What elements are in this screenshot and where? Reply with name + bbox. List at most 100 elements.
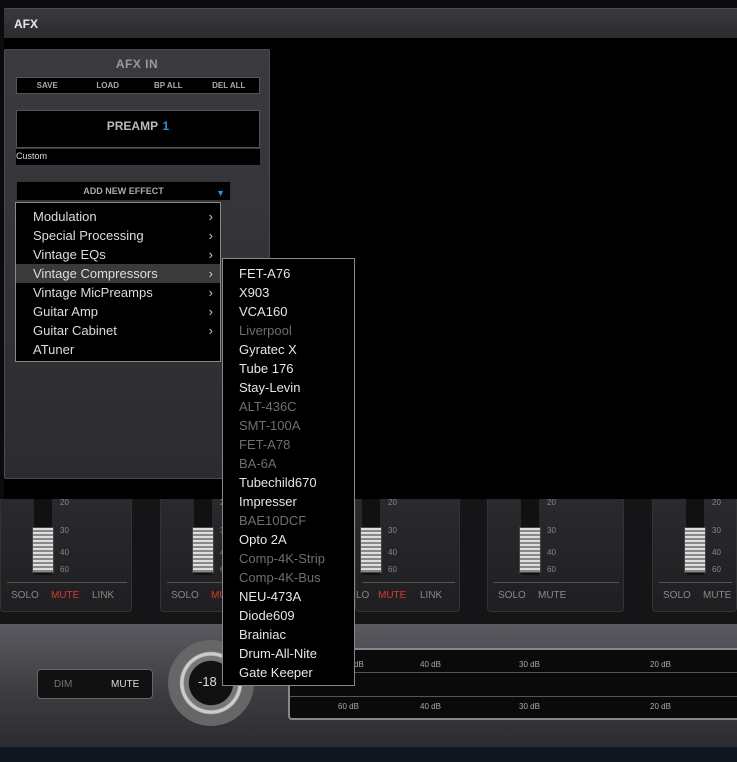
scale-tick-label: 60 [547,565,556,574]
scale-tick-label: 30 [388,526,397,535]
menu-item-label: ATuner [33,342,75,357]
dim-button[interactable]: DIM [54,679,72,690]
fader-handle[interactable] [360,527,382,573]
scale-tick-label: 60 [60,565,69,574]
preset-button-row: SAVE LOAD BP ALL DEL ALL [16,77,260,94]
scale-tick-label: 40 [388,548,397,557]
compressor-item-tubechild670[interactable]: Tubechild670 [223,473,354,492]
solo-button[interactable]: SOLO [11,590,39,601]
scale-tick-label: 60 [712,565,721,574]
meter-label: 40 dB [420,702,441,711]
compressor-item-alt-436c: ALT-436C [239,399,297,414]
menu-item-vintage-compressors[interactable]: Vintage Compressors › [16,264,220,283]
menu-item-label: Vintage Compressors [33,266,158,281]
scale-tick-label: 60 [388,565,397,574]
compressor-item-smt-100a: SMT-100A [239,418,301,433]
menu-item-label: Vintage EQs [33,247,106,262]
menu-item-label: Special Processing [33,228,144,243]
save-button[interactable]: SAVE [17,78,78,93]
menu-item-atuner[interactable]: ATuner [16,340,220,359]
load-button[interactable]: LOAD [78,78,139,93]
menu-item-vintage-micpreamps[interactable]: Vintage MicPreamps › [16,283,220,302]
compressor-item-stay-levin[interactable]: Stay-Levin [223,378,354,397]
compressor-item-drum-all-nite[interactable]: Drum-All-Nite [223,644,354,663]
compressor-item-impresser[interactable]: Impresser [223,492,354,511]
level-meter: dB 40 dB 30 dB 20 dB 60 dB 40 dB 30 dB 2… [288,648,737,720]
fader-handle[interactable] [684,527,706,573]
compressor-item-x903[interactable]: X903 [223,283,354,302]
solo-button[interactable]: SOLO [663,590,691,601]
compressor-item-brainiac[interactable]: Brainiac [223,625,354,644]
chevron-right-icon: › [208,247,213,262]
solo-button[interactable]: SOLO [498,590,526,601]
preamp-number: 1 [162,119,170,133]
bypass-all-button[interactable]: BP ALL [138,78,199,93]
volume-value: -18 [198,674,217,689]
monitor-mute-button[interactable]: MUTE [111,679,139,690]
dropdown-caret-icon: ▼ [216,188,225,198]
scale-tick-label: 20 [388,498,397,507]
compressor-item-gyratec-x[interactable]: Gyratec X [223,340,354,359]
fader-handle[interactable] [519,527,541,573]
mute-button[interactable]: MUTE [538,590,566,601]
compressor-item-bae10dcf: BAE10DCF [239,513,307,528]
solo-button[interactable]: SOLO [171,590,199,601]
scale-tick-label: 20 [60,498,69,507]
chevron-right-icon: › [208,266,213,281]
menu-item-label: Guitar Cabinet [33,323,117,338]
compressor-item-fet-a76[interactable]: FET-A76 [223,264,354,283]
divider [659,582,732,583]
meter-label: 20 dB [650,660,671,669]
solo-button[interactable]: LO [356,590,369,601]
fader-handle[interactable] [192,527,214,573]
mute-button[interactable]: MUTE [703,590,731,601]
mute-button[interactable]: MUTE [51,590,79,601]
chevron-right-icon: › [208,323,213,338]
compressor-item-vca160[interactable]: VCA160 [223,302,354,321]
channel-strip: 20 30 40 60 SOLO MUTE [652,499,737,612]
effect-category-menu: Modulation › Special Processing › Vintage EQ… [15,202,221,362]
menu-item-label: Modulation [33,209,97,224]
compressor-item-liverpool: Liverpool [239,323,292,338]
meter-scale-bottom [290,696,737,697]
divider [494,582,619,583]
afx-panel-title: AFX IN [115,57,159,71]
compressor-item-diode609[interactable]: Diode609 [223,606,354,625]
delete-all-button[interactable]: DEL ALL [199,78,260,93]
compressor-item-gate-keeper[interactable]: Gate Keeper [223,663,354,682]
compressor-item-fet-a78: FET-A78 [239,437,291,452]
mute-button[interactable]: MUTE [378,590,406,601]
compressor-item-opto-2a[interactable]: Opto 2A [223,530,354,549]
compressor-item-tube-176[interactable]: Tube 176 [223,359,354,378]
menu-item-label: Guitar Amp [33,304,99,319]
preamp-slot[interactable]: PREAMP 1 [16,110,260,148]
menu-item-vintage-eqs[interactable]: Vintage EQs › [16,245,220,264]
scale-tick-label: 40 [60,548,69,557]
scale-tick-label: 30 [712,526,721,535]
menu-item-modulation[interactable]: Modulation › [16,207,220,226]
compressor-item-comp-4k-strip: Comp-4K-Strip [239,551,325,566]
fader-handle[interactable] [32,527,54,573]
window-title: AFX [14,17,38,31]
meter-label: 40 dB [420,660,441,669]
scale-tick-label: 40 [712,548,721,557]
preamp-label: PREAMP [106,119,159,133]
meter-scale-top [290,672,737,673]
link-button[interactable]: LINK [92,590,114,601]
channel-strip: 20 30 40 60 LO MUTE LINK [355,499,460,612]
link-button[interactable]: LINK [420,590,442,601]
chevron-right-icon: › [208,228,213,243]
menu-item-guitar-amp[interactable]: Guitar Amp › [16,302,220,321]
compressor-item-neu-473a[interactable]: NEU-473A [223,587,354,606]
meter-label: 20 dB [650,702,671,711]
menu-item-special-processing[interactable]: Special Processing › [16,226,220,245]
chevron-right-icon: › [208,285,213,300]
menu-item-guitar-cabinet[interactable]: Guitar Cabinet › [16,321,220,340]
chevron-right-icon: › [208,304,213,319]
meter-label: 30 dB [519,702,540,711]
compressor-item-ba-6a: BA-6A [239,456,277,471]
scale-tick-label: 20 [712,498,721,507]
add-new-effect-dropdown[interactable]: ADD NEW EFFECT ▼ [16,181,231,201]
dim-mute-switch[interactable]: DIM MUTE [37,669,153,699]
scale-tick-label: 40 [547,548,556,557]
